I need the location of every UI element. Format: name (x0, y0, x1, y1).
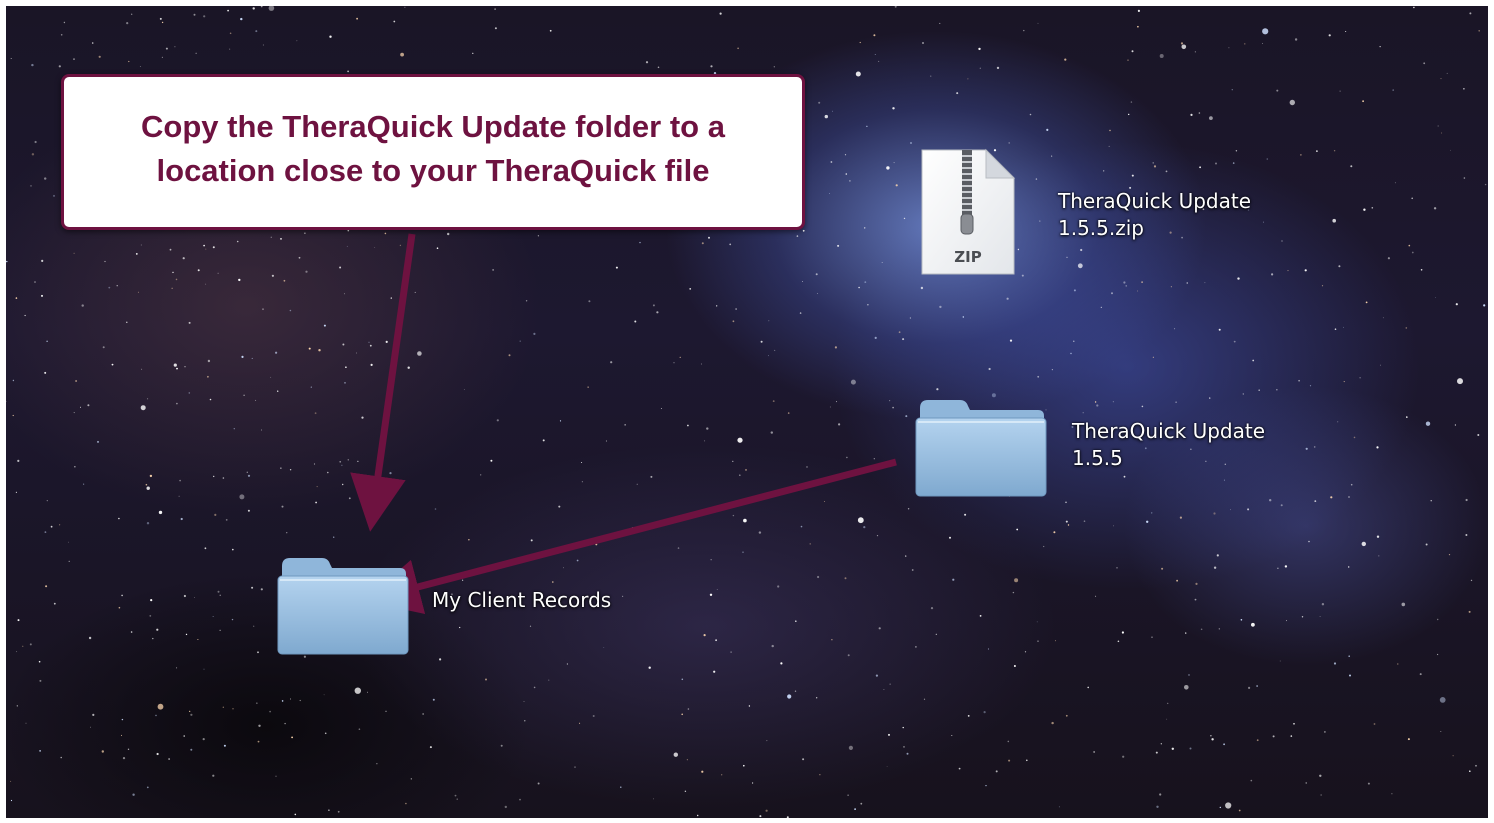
zip-file-icon[interactable]: ZIP (918, 148, 1018, 276)
update-folder-label-line1: TheraQuick Update (1072, 419, 1266, 443)
zip-file-label[interactable]: TheraQuick Update 1.5.5.zip (1058, 188, 1251, 242)
update-folder-icon[interactable] (914, 394, 1048, 498)
callout-text: Copy the TheraQuick Update folder to a l… (141, 109, 725, 188)
update-folder-label-line2: 1.5.5 (1072, 446, 1123, 470)
client-records-folder-label[interactable]: My Client Records (432, 587, 611, 614)
arrow-callout-to-folder (350, 233, 416, 532)
folder-icon (277, 558, 409, 655)
zip-label-line1: TheraQuick Update (1058, 189, 1252, 213)
zip-label-line2: 1.5.5.zip (1058, 216, 1144, 240)
zip-badge: ZIP (954, 248, 982, 266)
client-records-folder-icon[interactable] (276, 552, 410, 656)
update-folder-label[interactable]: TheraQuick Update 1.5.5 (1072, 418, 1265, 472)
folder-icon (915, 400, 1047, 497)
arrow-update-to-folder (363, 458, 897, 615)
instruction-callout: Copy the TheraQuick Update folder to a l… (61, 74, 805, 230)
desktop-background: Copy the TheraQuick Update folder to a l… (6, 6, 1488, 818)
